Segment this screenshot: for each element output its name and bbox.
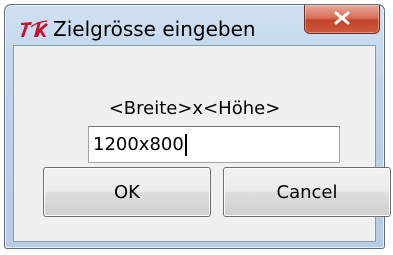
title-bar[interactable]: Zielgrösse eingeben (5, 5, 384, 45)
size-input-value: 1200x800 (93, 134, 184, 155)
tk-feather-icon (19, 18, 49, 40)
size-prompt-label: <Breite>x<Höhe> (108, 98, 281, 119)
size-input[interactable]: 1200x800 (88, 126, 340, 163)
dialog-window: Zielgrösse eingeben <Breite>x<Höhe> 1200… (4, 4, 391, 249)
ok-button[interactable]: OK (43, 167, 211, 217)
window-title: Zielgrösse eingeben (53, 17, 256, 41)
close-button[interactable] (304, 5, 380, 34)
text-caret (184, 133, 187, 156)
cancel-button[interactable]: Cancel (223, 167, 391, 217)
close-icon (333, 10, 351, 29)
dialog-body: <Breite>x<Höhe> 1200x800 OK Cancel (13, 45, 391, 242)
